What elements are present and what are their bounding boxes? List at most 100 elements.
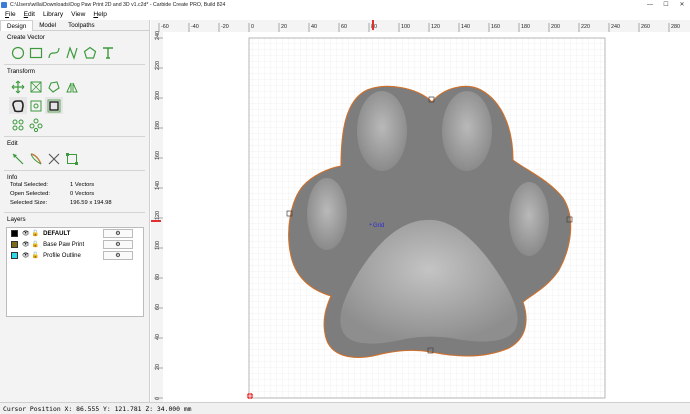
info-selected-size: Selected Size: 196.59 x 194.98 [10,200,149,209]
polygon-icon[interactable] [81,44,99,61]
layer-row[interactable]: 👁 🔓 Profile Outline ⚙ [7,250,143,261]
circular-array-icon[interactable] [9,116,27,133]
eye-icon[interactable]: 👁 [22,252,30,259]
tab-model[interactable]: Model [33,20,62,31]
cursor-position-readout: Cursor Position X: 86.555 Y: 121.781 Z: … [3,405,192,413]
offset-icon[interactable] [9,97,27,114]
window-controls: — ☐ ✕ [642,0,690,9]
info-label: Info [7,174,18,181]
tab-toolpaths[interactable]: Toolpaths [62,20,101,31]
create-vector-tools [9,44,149,61]
left-ruler [151,20,163,402]
transform-label: Transform [7,68,35,75]
ruler-label: 100 [401,24,410,30]
menu-bar: File Edit Library View Help [0,9,690,19]
ruler-label: 20 [155,364,161,370]
layer-row[interactable]: 👁 🔓 DEFAULT ⚙ [7,228,143,239]
scale-icon[interactable] [27,78,45,95]
layer-settings-button[interactable]: ⚙ [103,240,133,249]
ruler-label: 60 [155,304,161,310]
lock-icon[interactable]: 🔓 [32,230,39,237]
menu-view[interactable]: View [71,11,85,18]
canvas-svg[interactable]: -60-40-200204060801001201401601802002202… [151,20,690,402]
info-key: Open Selected: [10,191,50,197]
ruler-label: 180 [521,24,530,30]
window-title: C:\Users\willa\Downloads\Dog Paw Print 2… [10,1,226,8]
ruler-label: 180 [155,121,161,130]
node-edit-icon[interactable] [9,150,27,167]
ruler-label: 120 [431,24,440,30]
curve-icon[interactable] [45,44,63,61]
info-total-selected: Total Selected: 1 Vectors [10,182,149,191]
group-icon[interactable] [45,97,63,114]
rectangular-array-icon[interactable] [27,116,45,133]
layer-color-swatch[interactable] [11,230,18,237]
status-bar: Cursor Position X: 86.555 Y: 121.781 Z: … [0,402,690,414]
eye-icon[interactable]: 👁 [22,241,30,248]
ruler-label: 140 [155,181,161,190]
ruler-label: 100 [155,241,161,250]
design-canvas[interactable]: -60-40-200204060801001201401601802002202… [151,20,690,402]
sidebar-tabs: Design Model Toolpaths [0,20,149,31]
ruler-label: 220 [581,24,590,30]
maximize-button[interactable]: ☐ [658,0,674,9]
design-sidebar: Design Model Toolpaths Create Vector Tra… [0,20,150,402]
menu-library[interactable]: Library [43,11,63,18]
layer-name: Profile Outline [43,252,81,259]
menu-help[interactable]: Help [93,11,107,18]
layers-label: Layers [7,216,26,223]
lock-icon[interactable]: 🔓 [32,252,39,259]
tab-design[interactable]: Design [0,20,34,31]
trim-icon[interactable] [27,150,45,167]
text-icon[interactable] [99,44,117,61]
move-icon[interactable] [9,78,27,95]
ruler-label: -20 [221,24,229,30]
title-bar: C:\Users\willa\Downloads\Dog Paw Print 2… [0,0,690,9]
layer-color-swatch[interactable] [11,241,18,248]
ruler-label: -60 [161,24,169,30]
join-icon[interactable] [63,150,81,167]
app-icon [1,1,7,8]
ruler-label: 20 [281,24,287,30]
layer-row[interactable]: 👁 🔓 Base Paw Print ⚙ [7,239,143,250]
ruler-label: 160 [491,24,500,30]
rotate-icon[interactable] [45,78,63,95]
lock-icon[interactable]: 🔓 [32,241,39,248]
ruler-label: 140 [461,24,470,30]
ruler-label: 240 [155,31,161,40]
transform-tools-row1 [9,78,149,95]
cursor-marker-x [372,20,374,30]
ruler-label: 200 [155,91,161,100]
cut-icon[interactable] [45,150,63,167]
layer-color-swatch[interactable] [11,252,18,259]
transform-tools-row2 [9,97,149,114]
polyline-icon[interactable] [63,44,81,61]
layers-list: 👁 🔓 DEFAULT ⚙ 👁 🔓 Base Paw Print ⚙ 👁 🔓 P… [6,227,144,317]
eye-icon[interactable]: 👁 [22,230,30,237]
gear-icon: ⚙ [115,231,121,237]
layer-settings-button[interactable]: ⚙ [103,229,133,238]
ruler-label: 0 [251,24,254,30]
rectangle-icon[interactable] [27,44,45,61]
ruler-label: 120 [155,211,161,220]
toe-pad-right-outer [509,182,549,256]
edit-tools [9,150,149,167]
menu-edit[interactable]: Edit [24,11,35,18]
ruler-label: 220 [155,61,161,70]
close-button[interactable]: ✕ [674,0,690,9]
ruler-label: 40 [311,24,317,30]
info-key: Selected Size: [10,200,48,206]
minimize-button[interactable]: — [642,0,658,9]
align-icon[interactable] [27,97,45,114]
ruler-label: 60 [341,24,347,30]
mirror-icon[interactable] [63,78,81,95]
info-value: 196.59 x 194.98 [70,200,112,206]
menu-file[interactable]: File [5,11,16,18]
ruler-label: 0 [155,397,161,400]
crosshair-icon: + [369,222,372,228]
info-key: Total Selected: [10,182,49,188]
circle-icon[interactable] [9,44,27,61]
layer-settings-button[interactable]: ⚙ [103,251,133,260]
transform-tools-row3 [9,116,149,133]
divider [4,212,145,213]
